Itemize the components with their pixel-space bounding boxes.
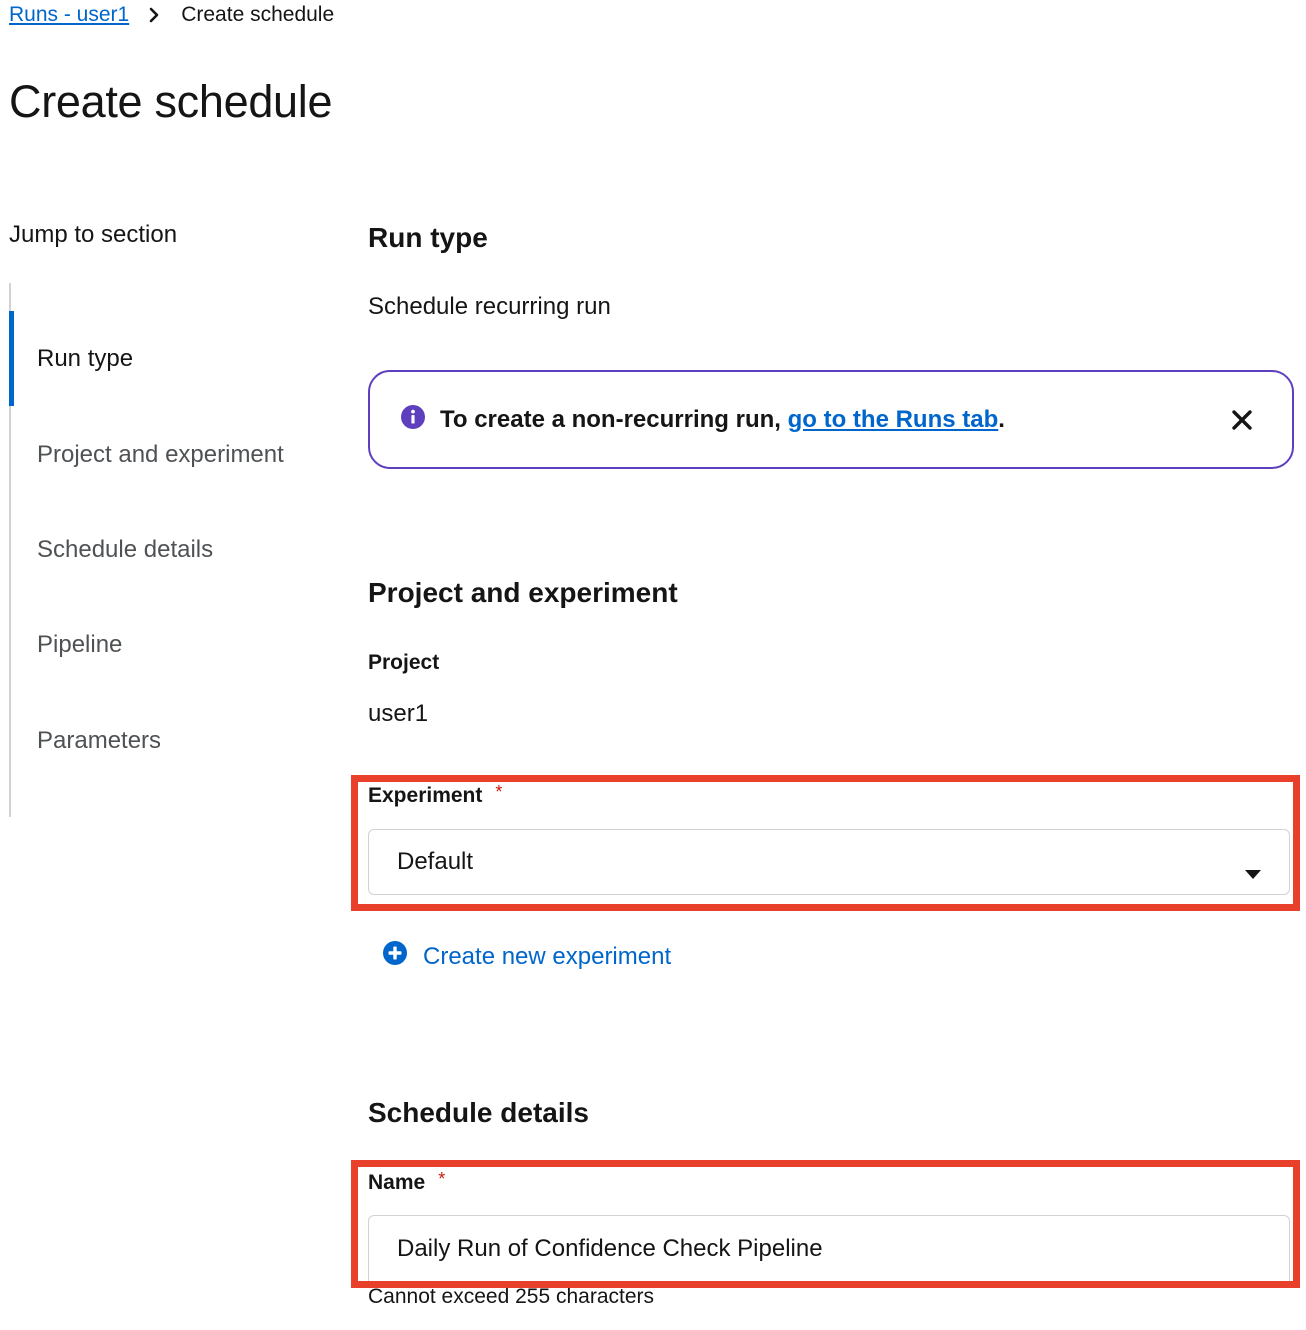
name-label-text: Name [368, 1171, 426, 1194]
jump-item-parameters[interactable]: Parameters [9, 693, 329, 788]
jump-to-section-title: Jump to section [9, 221, 178, 248]
name-label: Name * [368, 1168, 446, 1195]
breadcrumb-current: Create schedule [181, 3, 335, 26]
close-icon [1232, 410, 1252, 430]
breadcrumb: Runs - user1 Create schedule [9, 2, 334, 28]
plus-circle-icon [382, 940, 408, 973]
chevron-right-icon [149, 7, 159, 23]
experiment-label: Experiment * [368, 781, 503, 808]
page-title: Create schedule [9, 76, 333, 127]
info-circle-icon [400, 404, 426, 435]
jump-item-pipeline[interactable]: Pipeline [9, 597, 329, 692]
project-label: Project [368, 651, 440, 674]
create-new-experiment-button[interactable]: Create new experiment [382, 940, 671, 973]
project-value: user1 [368, 700, 429, 727]
alert-text-suffix: . [998, 405, 1005, 433]
experiment-selected-value: Default [397, 848, 474, 875]
create-new-experiment-label: Create new experiment [423, 942, 672, 970]
jump-item-run-type[interactable]: Run type [9, 311, 329, 406]
experiment-label-text: Experiment [368, 784, 483, 807]
project-experiment-heading: Project and experiment [368, 577, 678, 608]
schedule-details-heading: Schedule details [368, 1097, 589, 1128]
alert-message: To create a non-recurring run, go to the… [440, 406, 1005, 434]
breadcrumb-runs-link[interactable]: Runs - user1 [9, 3, 129, 27]
info-alert: To create a non-recurring run, go to the… [368, 370, 1294, 469]
schedule-name-value: Daily Run of Confidence Check Pipeline [397, 1234, 823, 1262]
go-to-runs-tab-link[interactable]: go to the Runs tab [788, 406, 999, 433]
schedule-name-input[interactable]: Daily Run of Confidence Check Pipeline [368, 1215, 1290, 1281]
alert-text-prefix: To create a non-recurring run, [440, 405, 788, 433]
required-indicator: * [495, 781, 503, 802]
run-type-value: Schedule recurring run [368, 293, 611, 320]
experiment-select[interactable]: Default [368, 829, 1290, 895]
jump-item-project-and-experiment[interactable]: Project and experiment [9, 407, 329, 502]
close-alert-button[interactable] [1230, 408, 1254, 432]
name-helper-text: Cannot exceed 255 characters [368, 1285, 655, 1308]
required-indicator: * [438, 1168, 446, 1189]
caret-down-icon [1245, 859, 1261, 887]
jump-item-schedule-details[interactable]: Schedule details [9, 502, 329, 597]
run-type-heading: Run type [368, 222, 488, 253]
